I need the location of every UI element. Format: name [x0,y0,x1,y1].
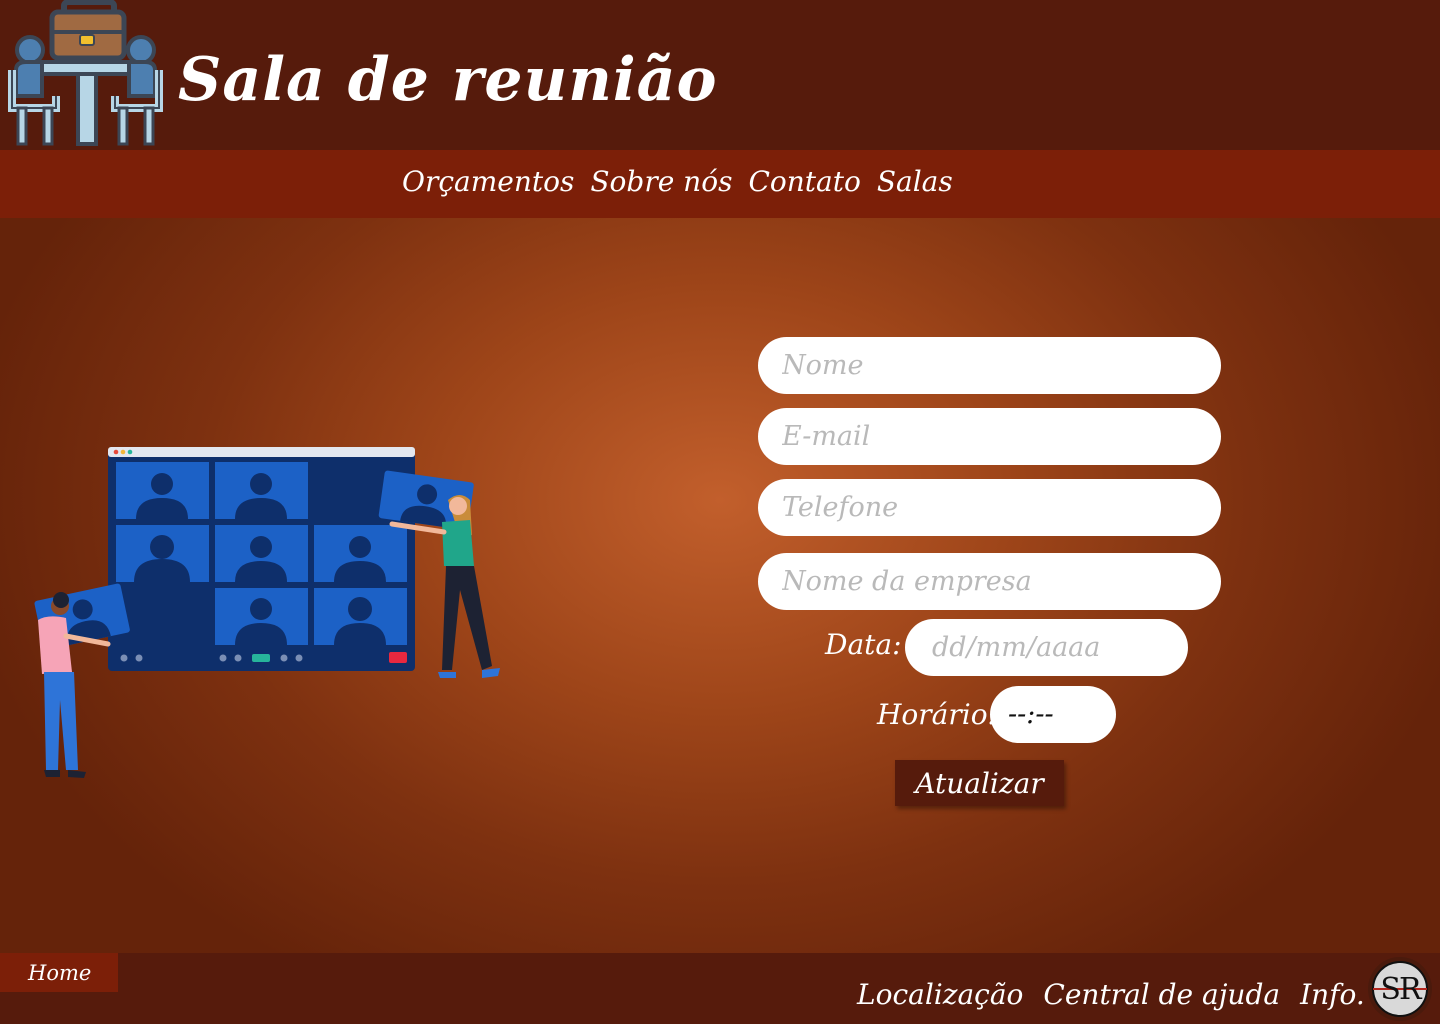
email-field[interactable] [758,408,1221,465]
brand-text: SR [1380,971,1421,1007]
nav-link-sobre-nos[interactable]: Sobre nós [590,162,732,202]
footer-link-info[interactable]: Info. [1300,975,1365,1015]
home-button[interactable]: Home [0,953,118,992]
header: Sala de reunião [0,0,1440,150]
nav-link-contato[interactable]: Contato [748,162,860,202]
brand-badge[interactable]: SR [1367,956,1433,1022]
footer-link-localizacao[interactable]: Localização [857,975,1023,1015]
meeting-table-briefcase-icon[interactable] [8,0,163,150]
date-label: Data: [825,628,902,661]
time-label: Horário: [877,698,997,731]
phone-field[interactable] [758,479,1221,536]
footer-links: Localização Central de ajuda Info. [857,975,1365,1015]
company-name-field[interactable] [758,553,1221,610]
date-field[interactable] [905,619,1188,676]
nav-link-orcamentos[interactable]: Orçamentos [402,162,574,202]
footer-link-central-de-ajuda[interactable]: Central de ajuda [1043,975,1280,1015]
nav-links: Orçamentos Sobre nós Contato Salas [402,162,953,202]
main-nav: Orçamentos Sobre nós Contato Salas [0,150,1440,218]
footer: Home Localização Central de ajuda Info. … [0,953,1440,1024]
page-title: Sala de reunião [178,45,718,115]
time-field[interactable] [990,686,1116,743]
nav-link-salas[interactable]: Salas [877,162,953,202]
update-button[interactable]: Atualizar [895,760,1064,806]
name-field[interactable] [758,337,1221,394]
video-conference-illustration [30,440,510,785]
